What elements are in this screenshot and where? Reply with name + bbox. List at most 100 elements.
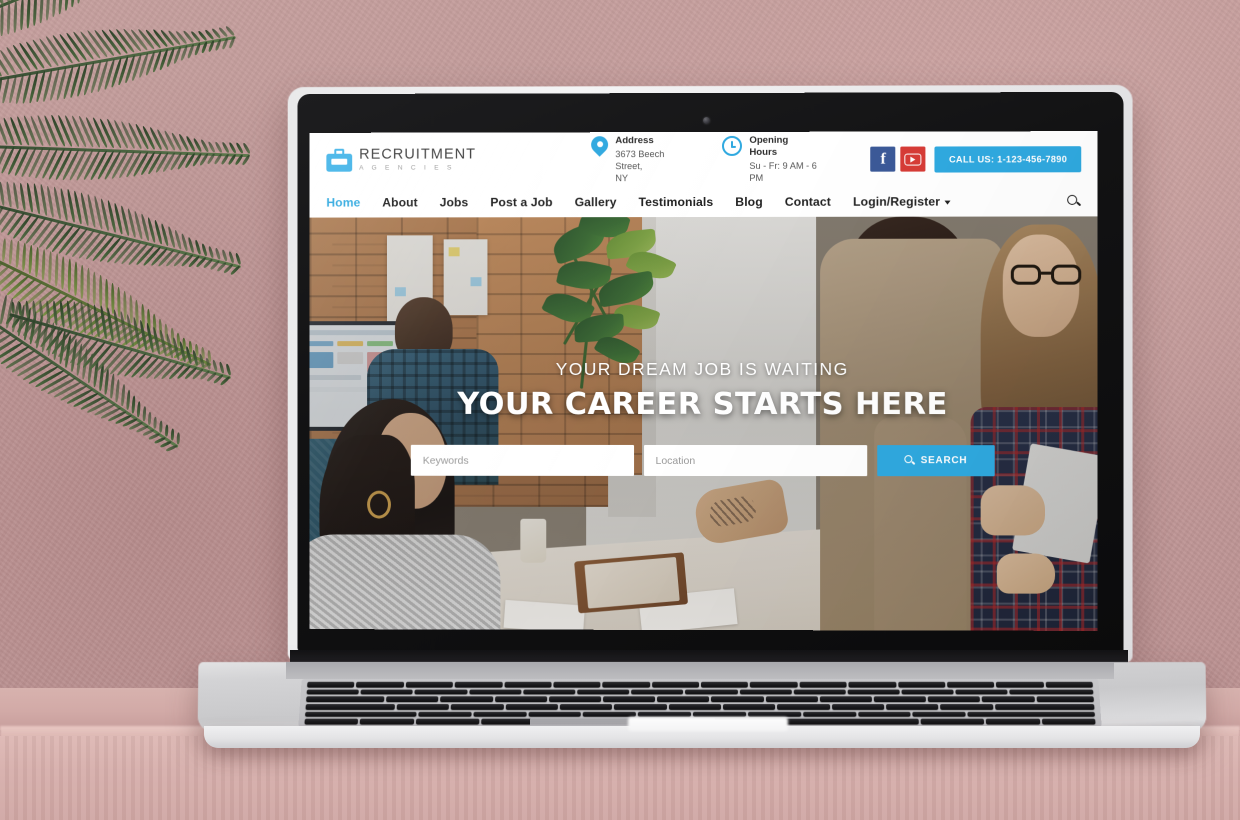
keyboard-key[interactable] bbox=[1009, 689, 1094, 695]
keyboard-key[interactable] bbox=[305, 711, 417, 717]
keyboard-key[interactable] bbox=[739, 689, 792, 695]
keyboard-key[interactable] bbox=[897, 681, 946, 688]
keyboard-key[interactable] bbox=[631, 689, 684, 695]
keyboard-key[interactable] bbox=[722, 703, 776, 710]
address-line-2: NY bbox=[615, 173, 629, 184]
keyboard-key[interactable] bbox=[473, 711, 527, 717]
keyboard-row bbox=[306, 696, 1094, 703]
keyboard-key[interactable] bbox=[386, 696, 439, 703]
keyboard-key[interactable] bbox=[885, 703, 939, 710]
keyboard-key[interactable] bbox=[602, 681, 650, 688]
keyboard-key[interactable] bbox=[360, 689, 414, 695]
keyboard-key[interactable] bbox=[305, 703, 395, 710]
keyboard-key[interactable] bbox=[912, 711, 966, 717]
main-navigation: Home About Jobs Post a Job Gallery Testimonia… bbox=[309, 186, 1098, 218]
keyboard-key[interactable] bbox=[603, 696, 656, 703]
keyboard-key[interactable] bbox=[657, 696, 710, 703]
keyboard-key[interactable] bbox=[528, 711, 582, 717]
keyboard-key[interactable] bbox=[548, 696, 602, 703]
keyboard-key[interactable] bbox=[847, 689, 900, 695]
keyboard-key[interactable] bbox=[685, 689, 738, 695]
keyboard-key[interactable] bbox=[614, 703, 667, 710]
call-us-button[interactable]: CALL US: 1-123-456-7890 bbox=[934, 145, 1082, 173]
nav-item-login-register[interactable]: Login/Register bbox=[853, 195, 951, 209]
nav-item-label: Contact bbox=[784, 194, 831, 209]
keyboard-key[interactable] bbox=[848, 681, 896, 688]
laptop-screen: RECRUITMENT A G E N C I E S Address 3673… bbox=[309, 131, 1098, 631]
keyboard-key[interactable] bbox=[920, 718, 985, 725]
keyboard-key[interactable] bbox=[414, 689, 468, 695]
search-icon[interactable] bbox=[1067, 194, 1081, 208]
keyboard-key[interactable] bbox=[523, 689, 576, 695]
keyboard-key[interactable] bbox=[986, 718, 1040, 725]
nav-item-about[interactable]: About bbox=[382, 195, 417, 209]
keyboard-key[interactable] bbox=[994, 703, 1095, 710]
nav-item-testimonials[interactable]: Testimonials bbox=[639, 195, 714, 209]
keyboard-key[interactable] bbox=[304, 718, 359, 725]
nav-item-label: Post a Job bbox=[490, 195, 553, 210]
keyboard-key[interactable] bbox=[360, 718, 414, 725]
keyboard-key[interactable] bbox=[415, 718, 480, 725]
keyboard-key[interactable] bbox=[982, 696, 1035, 703]
keyboard-key[interactable] bbox=[553, 681, 601, 688]
keyboard-key[interactable] bbox=[505, 703, 558, 710]
keyboard-key[interactable] bbox=[901, 689, 954, 695]
keyboard-key[interactable] bbox=[356, 681, 404, 688]
address-block: Address 3673 Beech Street, NY bbox=[591, 135, 680, 184]
keyboard-key[interactable] bbox=[306, 696, 385, 703]
keyboard-key[interactable] bbox=[777, 703, 830, 710]
keyboard-key[interactable] bbox=[793, 689, 846, 695]
keyboard-key[interactable] bbox=[1041, 718, 1096, 725]
keyboard-key[interactable] bbox=[468, 689, 522, 695]
nav-item-home[interactable]: Home bbox=[326, 196, 360, 210]
keyboard-key[interactable] bbox=[765, 696, 818, 703]
nav-item-contact[interactable]: Contact bbox=[785, 195, 831, 209]
logo[interactable]: RECRUITMENT A G E N C I E S bbox=[326, 147, 533, 172]
keyboard-key[interactable] bbox=[454, 681, 503, 688]
keyboard-key[interactable] bbox=[418, 711, 472, 717]
chevron-down-icon bbox=[944, 200, 951, 205]
keyboard-key[interactable] bbox=[1036, 696, 1094, 703]
search-button[interactable]: SEARCH bbox=[877, 445, 995, 477]
keyboard-key[interactable] bbox=[857, 711, 911, 717]
keyboard-key[interactable] bbox=[504, 681, 552, 688]
keyboard-key[interactable] bbox=[307, 681, 355, 688]
keyboard-key[interactable] bbox=[831, 703, 885, 710]
keyboard-key[interactable] bbox=[450, 703, 504, 710]
keyboard-key[interactable] bbox=[651, 681, 700, 688]
nav-item-blog[interactable]: Blog bbox=[735, 195, 763, 209]
keyboard-key[interactable] bbox=[396, 703, 450, 710]
job-search-form: SEARCH bbox=[410, 444, 995, 477]
keyboard-key[interactable] bbox=[940, 703, 993, 710]
nav-item-post-a-job[interactable]: Post a Job bbox=[490, 195, 552, 209]
keyboard-key[interactable] bbox=[927, 696, 981, 703]
hours-title: Opening Hours bbox=[749, 134, 789, 159]
keyboard-key[interactable] bbox=[711, 696, 764, 703]
keyboard-key[interactable] bbox=[583, 711, 637, 717]
nav-item-jobs[interactable]: Jobs bbox=[440, 195, 469, 209]
keyboard-key[interactable] bbox=[967, 711, 1095, 717]
location-input[interactable] bbox=[643, 444, 868, 477]
keyboard-key[interactable] bbox=[799, 681, 847, 688]
keyboard-key[interactable] bbox=[405, 681, 454, 688]
keyboard-key[interactable] bbox=[494, 696, 548, 703]
keyboard-key[interactable] bbox=[750, 681, 798, 688]
keyboard-key[interactable] bbox=[306, 689, 360, 695]
keyboard-key[interactable] bbox=[996, 681, 1044, 688]
nav-item-gallery[interactable]: Gallery bbox=[575, 195, 617, 209]
keyboard-key[interactable] bbox=[819, 696, 872, 703]
nav-item-list: Home About Jobs Post a Job Gallery Testimonia… bbox=[326, 195, 951, 210]
youtube-icon[interactable] bbox=[900, 146, 926, 172]
keywords-input[interactable] bbox=[410, 444, 634, 476]
keyboard-key[interactable] bbox=[440, 696, 493, 703]
keyboard-key[interactable] bbox=[946, 681, 995, 688]
keyboard-key[interactable] bbox=[1045, 681, 1093, 688]
keyboard-key[interactable] bbox=[668, 703, 721, 710]
keyboard-key[interactable] bbox=[873, 696, 927, 703]
keyboard-key[interactable] bbox=[577, 689, 630, 695]
keyboard-key[interactable] bbox=[955, 689, 1008, 695]
keyboard-key[interactable] bbox=[559, 703, 613, 710]
keyboard-key[interactable] bbox=[802, 711, 856, 717]
facebook-icon[interactable]: f bbox=[870, 146, 896, 172]
keyboard-key[interactable] bbox=[700, 681, 749, 688]
